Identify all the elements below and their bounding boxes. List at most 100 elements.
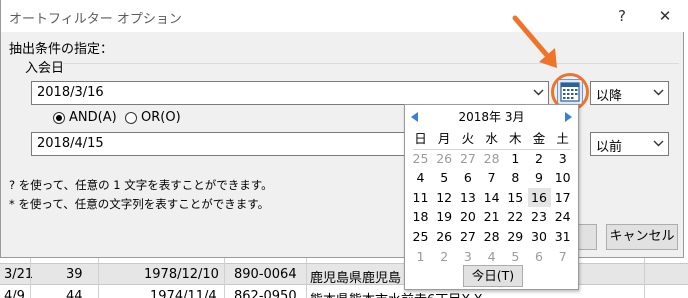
chevron-down-icon[interactable] — [648, 133, 668, 155]
calendar-day[interactable]: 28 — [480, 149, 503, 168]
calendar-day[interactable]: 7 — [551, 247, 574, 266]
calendar-day[interactable]: 1 — [504, 149, 527, 168]
condition1-value: 2018/3/16 — [37, 85, 104, 100]
field-name-label: 入会日 — [25, 61, 65, 76]
cancel-button[interactable]: キャンセル — [606, 224, 678, 250]
calendar-grid: 日月火水木金土 25 26 27 28 1 2 3 4 5 6 7 8 9 10 11 12 13 14 15 16 17… — [409, 129, 575, 266]
calendar-day[interactable]: 4 — [480, 247, 503, 266]
grid-line — [644, 258, 645, 298]
calendar-day[interactable]: 25 — [409, 149, 432, 168]
condition2-value: 2018/4/15 — [37, 136, 104, 151]
weekday-label: 木 — [509, 131, 522, 146]
condition1-operator-select[interactable]: 以降 — [590, 81, 669, 105]
table-cell: 862-0950 — [234, 289, 297, 298]
calendar-day[interactable]: 10 — [551, 168, 574, 187]
calendar-day[interactable]: 15 — [504, 188, 527, 207]
table-cell: 熊本県熊本市水前寺6丁目X-X — [310, 289, 482, 298]
table-cell: 1978/12/10 — [144, 267, 219, 282]
calendar-day[interactable]: 28 — [480, 227, 503, 246]
calendar-day[interactable]: 1 — [409, 247, 432, 266]
table-row: 3/21 39 1978/12/10 890-0064 鹿児島県鹿児島 — [0, 263, 688, 286]
calendar-day[interactable]: 6 — [456, 168, 479, 187]
calendar-day[interactable]: 27 — [456, 149, 479, 168]
calendar-day[interactable]: 14 — [480, 188, 503, 207]
annotation-arrow-icon — [512, 15, 557, 68]
calendar-day[interactable]: 23 — [528, 207, 551, 226]
calendar-day[interactable]: 16 — [527, 187, 551, 207]
calendar-day[interactable]: 2 — [528, 149, 551, 168]
chevron-down-icon[interactable] — [648, 82, 668, 104]
calendar-week-row: 11 12 13 14 15 16 17 — [409, 187, 575, 208]
calendar-day[interactable]: 3 — [551, 149, 574, 168]
calendar-day[interactable]: 7 — [480, 168, 503, 187]
calendar-day[interactable]: 9 — [528, 168, 551, 187]
and-radio[interactable] — [53, 112, 65, 124]
table-cell: 1974/11/4 — [150, 289, 217, 298]
calendar-week-row: 1234567 — [409, 247, 575, 267]
condition2-operator: 以前 — [596, 140, 623, 155]
calendar-day[interactable]: 12 — [433, 188, 456, 207]
today-button[interactable]: 今日(T) — [463, 265, 523, 287]
table-cell: 44 — [66, 289, 83, 298]
help-button[interactable]: ? — [608, 4, 636, 28]
calendar-day[interactable]: 5 — [504, 247, 527, 266]
calendar-day[interactable]: 31 — [551, 227, 574, 246]
calendar-day[interactable]: 26 — [433, 149, 456, 168]
autofilter-dialog: オートフィルター オプション ? ✕ 抽出条件の指定： 入会日 2018/3/1… — [0, 0, 685, 290]
calendar-day[interactable]: 27 — [456, 227, 479, 246]
criteria-label: 抽出条件の指定： — [9, 42, 114, 57]
calendar-day[interactable]: 22 — [504, 207, 527, 226]
calendar-day[interactable]: 11 — [409, 188, 432, 207]
calendar-day[interactable]: 19 — [433, 207, 456, 226]
next-month-icon[interactable] — [565, 112, 572, 122]
calendar-day[interactable]: 20 — [456, 207, 479, 226]
weekday-label: 土 — [556, 131, 569, 146]
group-divider — [63, 63, 679, 64]
table-cell: 4/9 — [4, 289, 25, 298]
background-spreadsheet: 3/21 39 1978/12/10 890-0064 鹿児島県鹿児島 4/9 … — [0, 258, 688, 298]
calendar-day[interactable]: 18 — [409, 207, 432, 226]
table-cell: 3/21 — [4, 267, 34, 282]
calendar-day[interactable]: 4 — [409, 168, 432, 187]
calendar-day[interactable]: 26 — [433, 227, 456, 246]
calendar-day[interactable]: 21 — [480, 207, 503, 226]
calendar-weekday-row: 日月火水木金土 — [409, 129, 575, 149]
window-title: オートフィルター オプション — [9, 12, 182, 27]
calendar-day[interactable]: 25 — [409, 227, 432, 246]
close-button[interactable]: ✕ — [651, 4, 679, 28]
calendar-week-row: 25 26 27 28 29 30 31 — [409, 227, 575, 247]
calendar-day[interactable]: 8 — [504, 168, 527, 187]
calendar-week-row: 4 5 6 7 8 9 10 — [409, 168, 575, 188]
condition2-operator-select[interactable]: 以前 — [590, 132, 669, 156]
weekday-label: 金 — [532, 131, 546, 146]
table-cell: 39 — [66, 267, 83, 282]
calendar-day[interactable]: 30 — [528, 227, 551, 246]
or-radio-label[interactable]: OR(O) — [141, 110, 181, 125]
calendar-day[interactable]: 2 — [433, 247, 456, 266]
calendar-day[interactable]: 24 — [551, 207, 574, 226]
calendar-month-header: 2018年 3月 — [458, 110, 525, 124]
calendar-day[interactable]: 3 — [456, 247, 479, 266]
hint-wildcard-single: ? を使って、任意の 1 文字を表すことができます。 — [9, 178, 273, 192]
title-bar: オートフィルター オプション ? ✕ — [1, 0, 685, 32]
table-cell: 鹿児島県鹿児島 — [310, 271, 402, 286]
condition2-value-combo[interactable]: 2018/4/15 — [31, 132, 411, 156]
weekday-label: 月 — [437, 131, 451, 146]
calendar-day[interactable]: 13 — [456, 188, 479, 207]
calendar-week-row: 18 19 20 21 22 23 24 — [409, 207, 575, 227]
weekday-label: 火 — [461, 131, 475, 146]
chevron-down-icon[interactable] — [528, 82, 548, 104]
weekday-label: 水 — [485, 131, 498, 146]
table-cell: 890-0064 — [234, 267, 297, 282]
calendar-day[interactable]: 17 — [551, 188, 574, 207]
or-radio[interactable] — [125, 112, 137, 124]
grid-line — [30, 258, 31, 298]
grid-line — [306, 258, 307, 298]
grid-line — [98, 258, 99, 298]
calendar-day[interactable]: 5 — [433, 168, 456, 187]
calendar-day[interactable]: 6 — [528, 247, 551, 266]
calendar-day[interactable]: 29 — [504, 227, 527, 246]
calendar-popup: 2018年 3月 日月火水木金土 25 26 27 28 1 2 3 4 5 6 7 8 9 10 11 12 1… — [404, 104, 579, 290]
condition1-value-combo[interactable]: 2018/3/16 — [31, 81, 549, 105]
and-radio-label[interactable]: AND(A) — [69, 110, 117, 125]
